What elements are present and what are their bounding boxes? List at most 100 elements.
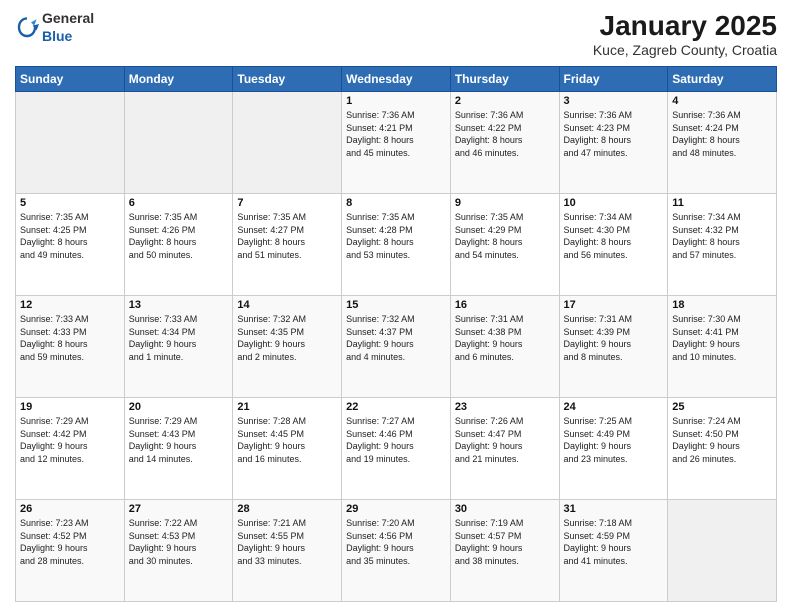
- calendar-week-row: 5 Sunrise: 7:35 AM Sunset: 4:25 PM Daylig…: [16, 194, 777, 296]
- calendar-week-row: 12Sunrise: 7:33 AM Sunset: 4:33 PM Dayli…: [16, 296, 777, 398]
- calendar-body: 1 Sunrise: 7:36 AM Sunset: 4:21 PM Daylig…: [16, 92, 777, 602]
- cell-info: Sunrise: 7:35 AM Sunset: 4:25 PM Dayligh…: [20, 211, 120, 261]
- calendar-cell: 30 Sunrise: 7:19 AM Sunset: 4:57 PM Dayli…: [450, 500, 559, 602]
- calendar-cell: [124, 92, 233, 194]
- day-number: 21: [237, 401, 337, 413]
- day-number: 28: [237, 503, 337, 515]
- day-number: 26: [20, 503, 120, 515]
- cell-info: Sunrise: 7:33 AM Sunset: 4:34 PM Dayligh…: [129, 313, 229, 363]
- calendar-cell: 1 Sunrise: 7:36 AM Sunset: 4:21 PM Daylig…: [342, 92, 451, 194]
- cell-info: Sunrise: 7:30 AM Sunset: 4:41 PM Dayligh…: [672, 313, 772, 363]
- day-number: 6: [129, 197, 229, 209]
- calendar-cell: 5 Sunrise: 7:35 AM Sunset: 4:25 PM Daylig…: [16, 194, 125, 296]
- calendar-cell: 17 Sunrise: 7:31 AM Sunset: 4:39 PM Dayli…: [559, 296, 668, 398]
- day-number: 14: [237, 299, 337, 311]
- logo: General Blue: [15, 10, 94, 46]
- day-number: 25: [672, 401, 772, 413]
- calendar-cell: 7Sunrise: 7:35 AM Sunset: 4:27 PM Daylig…: [233, 194, 342, 296]
- day-number: 23: [455, 401, 555, 413]
- cell-info: Sunrise: 7:34 AM Sunset: 4:30 PM Dayligh…: [564, 211, 664, 261]
- cell-info: Sunrise: 7:22 AM Sunset: 4:53 PM Dayligh…: [129, 517, 229, 567]
- cell-info: Sunrise: 7:31 AM Sunset: 4:38 PM Dayligh…: [455, 313, 555, 363]
- weekday-header: Monday: [124, 67, 233, 92]
- cell-info: Sunrise: 7:32 AM Sunset: 4:37 PM Dayligh…: [346, 313, 446, 363]
- calendar-cell: 4 Sunrise: 7:36 AM Sunset: 4:24 PM Daylig…: [668, 92, 777, 194]
- calendar-cell: 2 Sunrise: 7:36 AM Sunset: 4:22 PM Daylig…: [450, 92, 559, 194]
- day-number: 11: [672, 197, 772, 209]
- cell-info: Sunrise: 7:36 AM Sunset: 4:21 PM Dayligh…: [346, 109, 446, 159]
- cell-info: Sunrise: 7:35 AM Sunset: 4:26 PM Dayligh…: [129, 211, 229, 261]
- day-number: 13: [129, 299, 229, 311]
- cell-info: Sunrise: 7:29 AM Sunset: 4:42 PM Dayligh…: [20, 415, 120, 465]
- cell-info: Sunrise: 7:32 AM Sunset: 4:35 PM Dayligh…: [237, 313, 337, 363]
- calendar-cell: 16 Sunrise: 7:31 AM Sunset: 4:38 PM Dayli…: [450, 296, 559, 398]
- day-number: 31: [564, 503, 664, 515]
- weekday-header: Wednesday: [342, 67, 451, 92]
- day-number: 24: [564, 401, 664, 413]
- cell-info: Sunrise: 7:36 AM Sunset: 4:24 PM Dayligh…: [672, 109, 772, 159]
- day-number: 2: [455, 95, 555, 107]
- calendar-cell: 12Sunrise: 7:33 AM Sunset: 4:33 PM Dayli…: [16, 296, 125, 398]
- day-number: 16: [455, 299, 555, 311]
- cell-info: Sunrise: 7:35 AM Sunset: 4:28 PM Dayligh…: [346, 211, 446, 261]
- calendar-cell: 29 Sunrise: 7:20 AM Sunset: 4:56 PM Dayli…: [342, 500, 451, 602]
- cell-info: Sunrise: 7:31 AM Sunset: 4:39 PM Dayligh…: [564, 313, 664, 363]
- calendar-week-row: 26Sunrise: 7:23 AM Sunset: 4:52 PM Dayli…: [16, 500, 777, 602]
- cell-info: Sunrise: 7:36 AM Sunset: 4:22 PM Dayligh…: [455, 109, 555, 159]
- calendar-cell: 27 Sunrise: 7:22 AM Sunset: 4:53 PM Dayli…: [124, 500, 233, 602]
- day-number: 27: [129, 503, 229, 515]
- cell-info: Sunrise: 7:28 AM Sunset: 4:45 PM Dayligh…: [237, 415, 337, 465]
- day-number: 17: [564, 299, 664, 311]
- calendar-cell: 13 Sunrise: 7:33 AM Sunset: 4:34 PM Dayli…: [124, 296, 233, 398]
- calendar-cell: 8 Sunrise: 7:35 AM Sunset: 4:28 PM Daylig…: [342, 194, 451, 296]
- cell-info: Sunrise: 7:24 AM Sunset: 4:50 PM Dayligh…: [672, 415, 772, 465]
- day-number: 10: [564, 197, 664, 209]
- weekday-header: Tuesday: [233, 67, 342, 92]
- day-number: 3: [564, 95, 664, 107]
- cell-info: Sunrise: 7:35 AM Sunset: 4:29 PM Dayligh…: [455, 211, 555, 261]
- day-number: 4: [672, 95, 772, 107]
- month-title: January 2025: [593, 10, 777, 42]
- cell-info: Sunrise: 7:29 AM Sunset: 4:43 PM Dayligh…: [129, 415, 229, 465]
- calendar-cell: 10 Sunrise: 7:34 AM Sunset: 4:30 PM Dayli…: [559, 194, 668, 296]
- cell-info: Sunrise: 7:33 AM Sunset: 4:33 PM Dayligh…: [20, 313, 120, 363]
- cell-info: Sunrise: 7:21 AM Sunset: 4:55 PM Dayligh…: [237, 517, 337, 567]
- calendar-cell: 18Sunrise: 7:30 AM Sunset: 4:41 PM Dayli…: [668, 296, 777, 398]
- cell-info: Sunrise: 7:19 AM Sunset: 4:57 PM Dayligh…: [455, 517, 555, 567]
- title-area: January 2025 Kuce, Zagreb County, Croati…: [593, 10, 777, 58]
- calendar-cell: 24Sunrise: 7:25 AM Sunset: 4:49 PM Dayli…: [559, 398, 668, 500]
- cell-info: Sunrise: 7:18 AM Sunset: 4:59 PM Dayligh…: [564, 517, 664, 567]
- weekday-header: Friday: [559, 67, 668, 92]
- day-number: 29: [346, 503, 446, 515]
- calendar-cell: 9 Sunrise: 7:35 AM Sunset: 4:29 PM Daylig…: [450, 194, 559, 296]
- day-number: 8: [346, 197, 446, 209]
- calendar-cell: 19Sunrise: 7:29 AM Sunset: 4:42 PM Dayli…: [16, 398, 125, 500]
- header: General Blue January 2025 Kuce, Zagreb C…: [15, 10, 777, 58]
- page: General Blue January 2025 Kuce, Zagreb C…: [0, 0, 792, 612]
- calendar-cell: [668, 500, 777, 602]
- day-number: 30: [455, 503, 555, 515]
- cell-info: Sunrise: 7:20 AM Sunset: 4:56 PM Dayligh…: [346, 517, 446, 567]
- cell-info: Sunrise: 7:34 AM Sunset: 4:32 PM Dayligh…: [672, 211, 772, 261]
- calendar-cell: 25 Sunrise: 7:24 AM Sunset: 4:50 PM Dayli…: [668, 398, 777, 500]
- day-number: 5: [20, 197, 120, 209]
- calendar-cell: 31 Sunrise: 7:18 AM Sunset: 4:59 PM Dayli…: [559, 500, 668, 602]
- calendar-cell: 20Sunrise: 7:29 AM Sunset: 4:43 PM Dayli…: [124, 398, 233, 500]
- calendar-cell: 22Sunrise: 7:27 AM Sunset: 4:46 PM Dayli…: [342, 398, 451, 500]
- calendar-cell: 28 Sunrise: 7:21 AM Sunset: 4:55 PM Dayli…: [233, 500, 342, 602]
- calendar-cell: 3Sunrise: 7:36 AM Sunset: 4:23 PM Daylig…: [559, 92, 668, 194]
- calendar-cell: 6 Sunrise: 7:35 AM Sunset: 4:26 PM Daylig…: [124, 194, 233, 296]
- day-number: 22: [346, 401, 446, 413]
- logo-icon: [15, 16, 39, 40]
- calendar-cell: 23 Sunrise: 7:26 AM Sunset: 4:47 PM Dayli…: [450, 398, 559, 500]
- weekday-header: Sunday: [16, 67, 125, 92]
- weekday-row: SundayMondayTuesdayWednesdayThursdayFrid…: [16, 67, 777, 92]
- cell-info: Sunrise: 7:26 AM Sunset: 4:47 PM Dayligh…: [455, 415, 555, 465]
- day-number: 1: [346, 95, 446, 107]
- calendar-cell: 14 Sunrise: 7:32 AM Sunset: 4:35 PM Dayli…: [233, 296, 342, 398]
- calendar-cell: 15Sunrise: 7:32 AM Sunset: 4:37 PM Dayli…: [342, 296, 451, 398]
- calendar-cell: 11 Sunrise: 7:34 AM Sunset: 4:32 PM Dayli…: [668, 194, 777, 296]
- day-number: 9: [455, 197, 555, 209]
- logo-text: General Blue: [42, 10, 94, 46]
- calendar-week-row: 19Sunrise: 7:29 AM Sunset: 4:42 PM Dayli…: [16, 398, 777, 500]
